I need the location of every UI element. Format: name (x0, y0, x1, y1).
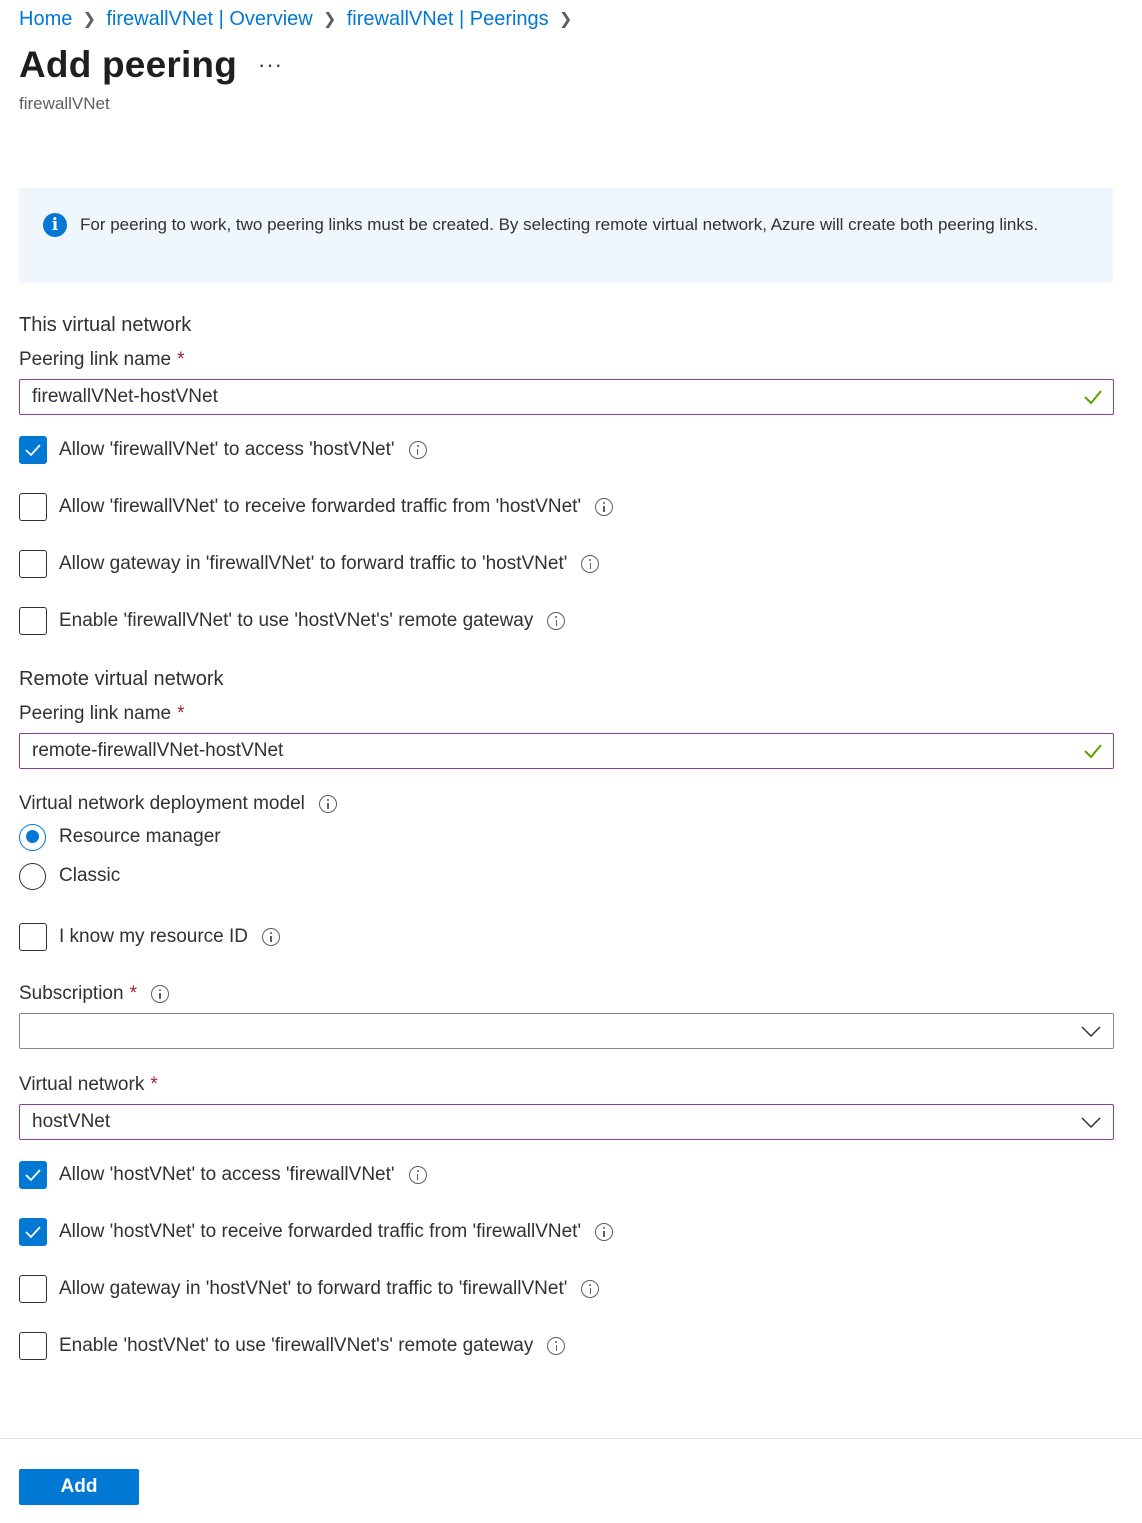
option-receive-forwarded[interactable]: Allow 'firewallVNet' to receive forwarde… (19, 493, 614, 521)
info-icon[interactable] (547, 1337, 566, 1355)
label-text: Virtual network (19, 1074, 145, 1095)
radio-resource-manager[interactable]: Resource manager (19, 823, 221, 851)
info-icon[interactable] (262, 928, 280, 946)
remote-option-remote-gateway[interactable]: Enable 'hostVNet' to use 'firewallVNet's… (19, 1332, 566, 1360)
checkbox-label: Allow 'hostVNet' to access 'firewallVNet… (59, 1164, 395, 1185)
valid-check-icon (1084, 390, 1102, 405)
chevron-right-icon: ❯ (82, 11, 97, 28)
radio-classic[interactable]: Classic (19, 862, 120, 890)
breadcrumb-overview[interactable]: firewallVNet | Overview (106, 8, 312, 31)
checkbox[interactable] (19, 1161, 47, 1189)
info-icon: i (43, 213, 67, 237)
remote-option-receive-forwarded[interactable]: Allow 'hostVNet' to receive forwarded tr… (19, 1218, 614, 1246)
virtual-network-dropdown[interactable]: hostVNet (19, 1104, 1114, 1140)
checkbox-label: Allow 'firewallVNet' to access 'hostVNet… (59, 439, 395, 460)
info-icon[interactable] (408, 1166, 427, 1184)
info-icon[interactable] (318, 795, 337, 813)
checkbox[interactable] (19, 550, 47, 578)
peering-link-name-label: Peering link name * (19, 349, 185, 371)
chevron-right-icon: ❯ (323, 11, 337, 28)
input-value: remote-firewallVNet-hostVNet (32, 740, 284, 761)
info-icon[interactable] (595, 498, 614, 516)
info-icon[interactable] (581, 1280, 600, 1298)
breadcrumb-home[interactable]: Home (19, 8, 72, 31)
section-title-this-network: This virtual network (19, 314, 192, 336)
required-asterisk: * (129, 983, 137, 1004)
virtual-network-label: Virtual network * (19, 1074, 158, 1096)
required-asterisk: * (177, 349, 185, 370)
checkbox-label: Enable 'firewallVNet' to use 'hostVNet's… (59, 610, 534, 631)
subscription-label: Subscription * (19, 983, 169, 1005)
option-allow-access[interactable]: Allow 'firewallVNet' to access 'hostVNet… (19, 436, 427, 464)
option-gateway-forward[interactable]: Allow gateway in 'firewallVNet' to forwa… (19, 550, 600, 578)
label-text: Virtual network deployment model (19, 793, 305, 814)
chevron-down-icon (1081, 1117, 1101, 1129)
checkbox-label: Allow gateway in 'firewallVNet' to forwa… (59, 553, 568, 574)
info-icon[interactable] (595, 1223, 614, 1241)
checkbox[interactable] (19, 493, 47, 521)
option-remote-gateway[interactable]: Enable 'firewallVNet' to use 'hostVNet's… (19, 607, 566, 635)
radio-button[interactable] (19, 823, 46, 851)
page-title: Add peering (19, 44, 238, 85)
checkbox-label: I know my resource ID (59, 926, 248, 947)
breadcrumb-peerings[interactable]: firewallVNet | Peerings (347, 8, 549, 31)
dropdown-value: hostVNet (32, 1111, 111, 1132)
info-icon[interactable] (408, 441, 427, 459)
breadcrumb: Home ❯ firewallVNet | Overview ❯ firewal… (19, 6, 583, 32)
subscription-dropdown[interactable] (19, 1013, 1114, 1049)
info-icon[interactable] (150, 985, 169, 1003)
chevron-down-icon (1081, 1026, 1101, 1038)
checkmark-icon (25, 1226, 41, 1239)
checkbox-label: Allow 'firewallVNet' to receive forwarde… (59, 496, 582, 517)
input-value: firewallVNet-hostVNet (32, 386, 218, 407)
checkbox-label: Allow 'hostVNet' to receive forwarded tr… (59, 1221, 582, 1242)
section-title-remote-network: Remote virtual network (19, 668, 224, 690)
info-banner-text: For peering to work, two peering links m… (80, 215, 1039, 234)
label-text: Subscription (19, 983, 124, 1004)
option-know-resource-id[interactable]: I know my resource ID (19, 923, 280, 951)
checkbox[interactable] (19, 436, 47, 464)
chevron-right-icon: ❯ (558, 11, 573, 28)
radio-label: Classic (59, 865, 121, 886)
remote-peering-link-name-input[interactable]: remote-firewallVNet-hostVNet (19, 733, 1114, 769)
add-button[interactable]: Add (19, 1469, 139, 1505)
label-text: Peering link name (19, 349, 172, 370)
checkbox-label: Enable 'hostVNet' to use 'firewallVNet's… (59, 1335, 534, 1356)
valid-check-icon (1084, 744, 1102, 759)
remote-peering-link-name-label: Peering link name * (19, 703, 185, 725)
checkbox[interactable] (19, 1218, 47, 1246)
info-banner: i For peering to work, two peering links… (19, 188, 1113, 283)
required-asterisk: * (177, 703, 185, 724)
checkmark-icon (25, 444, 41, 457)
footer-divider (0, 1438, 1142, 1439)
required-asterisk: * (150, 1074, 158, 1095)
deployment-model-label: Virtual network deployment model (19, 793, 337, 815)
info-icon[interactable] (581, 555, 600, 573)
label-text: Peering link name (19, 703, 172, 724)
page-subtitle: firewallVNet (19, 94, 110, 113)
remote-option-gateway-forward[interactable]: Allow gateway in 'hostVNet' to forward t… (19, 1275, 600, 1303)
remote-option-allow-access[interactable]: Allow 'hostVNet' to access 'firewallVNet… (19, 1161, 427, 1189)
checkbox[interactable] (19, 1275, 47, 1303)
checkbox-label: Allow gateway in 'hostVNet' to forward t… (59, 1278, 568, 1299)
radio-label: Resource manager (59, 826, 221, 847)
peering-link-name-input[interactable]: firewallVNet-hostVNet (19, 379, 1114, 415)
radio-button[interactable] (19, 862, 46, 890)
checkmark-icon (25, 1169, 41, 1182)
checkbox[interactable] (19, 1332, 47, 1360)
checkbox[interactable] (19, 923, 47, 951)
more-options-button[interactable]: ··· (258, 52, 283, 78)
info-icon[interactable] (547, 612, 566, 630)
checkbox[interactable] (19, 607, 47, 635)
